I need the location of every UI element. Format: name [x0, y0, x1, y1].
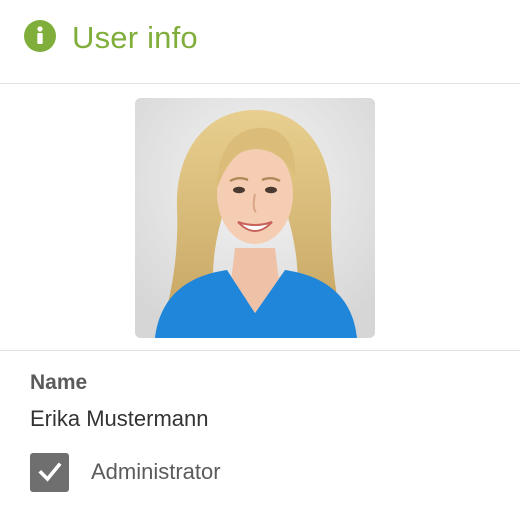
checkmark-icon	[37, 462, 62, 482]
user-photo	[135, 98, 375, 338]
section-divider	[0, 350, 520, 351]
name-label: Name	[30, 371, 88, 394]
administrator-row: Administrator	[30, 452, 221, 492]
administrator-checkbox[interactable]	[30, 452, 69, 492]
panel-title: User info	[72, 20, 198, 55]
panel-header: User info	[0, 0, 520, 84]
administrator-label: Administrator	[91, 459, 221, 484]
info-icon	[24, 20, 56, 52]
name-value: Erika Mustermann	[30, 406, 209, 431]
